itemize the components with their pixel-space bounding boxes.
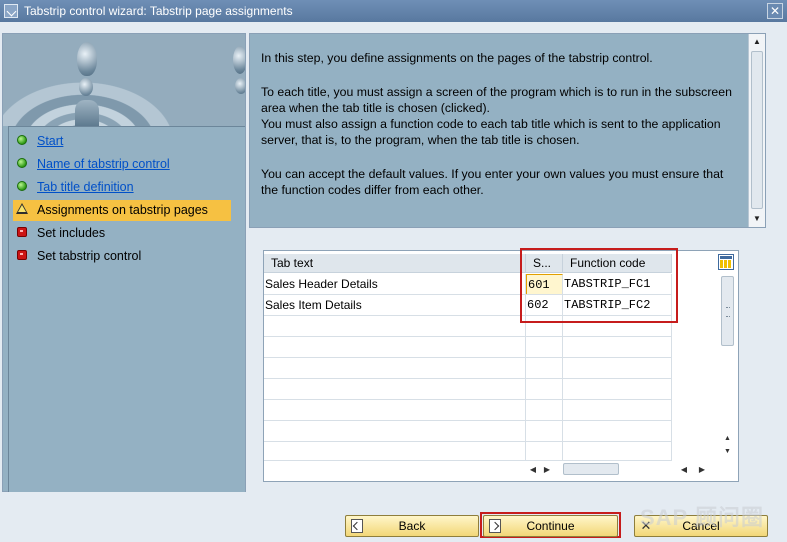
window-title: Tabstrip control wizard: Tabstrip page a… [24,4,293,18]
green-light-icon [17,158,27,168]
step-label[interactable]: Tab title definition [37,177,134,198]
step-label[interactable]: Name of tabstrip control [37,154,170,175]
function-code-input[interactable]: TABSTRIP_FC1 [563,274,672,294]
step-name-of-tabstrip[interactable]: Name of tabstrip control [13,154,231,175]
tab-text-cell: Sales Item Details [264,295,526,315]
step-label: Set tabstrip control [37,249,142,263]
title-bar: Tabstrip control wizard: Tabstrip page a… [0,0,787,22]
table-row: Sales Header Details 601 TABSTRIP_FC1 [264,274,672,295]
scroll-up-icon[interactable]: ▲ [750,35,764,49]
info-text: In this step, you define assignments on … [261,50,741,216]
back-button[interactable]: Back [345,515,479,537]
step-start[interactable]: Start [13,131,231,152]
watermark: SAP 顾问圈 [640,505,764,530]
green-light-icon [17,181,27,191]
continue-button[interactable]: Continue [483,515,618,537]
water-drop-graphic [3,34,245,126]
continue-icon [489,519,501,533]
step-label: Set includes [37,226,106,240]
step-label: Assignments on tabstrip pages [37,203,208,217]
step-list: Start Name of tabstrip control Tab title… [8,126,245,492]
table-settings-icon[interactable] [718,254,734,270]
empty-table-row [264,337,672,358]
table-grid: Tab text S... Function code Sales Header… [264,251,672,461]
wizard-steps-panel: Start Name of tabstrip control Tab title… [2,33,246,492]
table-horizontal-scrollbar[interactable]: ◀ ▶ ◀ ▶ [526,462,716,477]
scroll-first-icon[interactable]: ◀ [527,463,539,476]
continue-button-label: Continue [526,519,575,533]
column-header-function-code[interactable]: Function code [563,254,672,273]
green-light-icon [17,135,27,145]
empty-table-row [264,358,672,379]
scroll-thumb[interactable] [563,463,619,475]
column-header-tab-text[interactable]: Tab text [264,254,526,273]
info-paragraph: You can accept the default values. If yo… [261,167,724,197]
scroll-down-icon[interactable]: ▼ [721,446,734,458]
scroll-last-icon[interactable]: ▶ [696,463,708,476]
table-vertical-scrollbar[interactable]: ▲ ▼ [720,273,735,459]
empty-table-row [264,421,672,442]
screen-number-input[interactable]: 602 [526,295,563,315]
info-paragraph: You must also assign a function code to … [261,117,721,147]
close-icon[interactable]: ✕ [767,3,783,19]
table-row: Sales Item Details 602 TABSTRIP_FC2 [264,295,672,316]
scroll-down-icon[interactable]: ▼ [750,212,764,226]
scroll-thumb[interactable] [721,276,734,346]
empty-table-row [264,400,672,421]
step-tab-title-definition[interactable]: Tab title definition [13,177,231,198]
wizard-icon [4,4,18,18]
back-icon [351,519,363,533]
red-light-icon [17,227,27,237]
empty-table-row [264,379,672,400]
assignment-table: Tab text S... Function code Sales Header… [263,250,739,482]
warning-triangle-icon [16,203,28,214]
step-label[interactable]: Start [37,131,63,152]
scroll-up-icon[interactable]: ▲ [721,433,734,445]
back-button-label: Back [398,519,426,533]
info-paragraph: In this step, you define assignments on … [261,51,653,65]
scroll-thumb[interactable] [751,51,763,209]
step-assignments-current: Assignments on tabstrip pages [13,200,231,221]
scroll-right-icon[interactable]: ◀ [678,463,690,476]
red-light-icon [17,250,27,260]
empty-table-row [264,442,672,461]
step-set-tabstrip-control: Set tabstrip control [13,246,231,267]
tab-text-cell: Sales Header Details [264,274,526,294]
info-panel: In this step, you define assignments on … [249,33,766,228]
function-code-input[interactable]: TABSTRIP_FC2 [563,295,672,315]
screen-number-input[interactable]: 601 [526,274,563,294]
empty-table-row [264,316,672,337]
step-set-includes: Set includes [13,223,231,244]
column-header-screen[interactable]: S... [526,254,563,273]
info-scrollbar[interactable]: ▲ ▼ [748,34,765,227]
info-paragraph: To each title, you must assign a screen … [261,85,732,115]
scroll-left-icon[interactable]: ▶ [541,463,553,476]
